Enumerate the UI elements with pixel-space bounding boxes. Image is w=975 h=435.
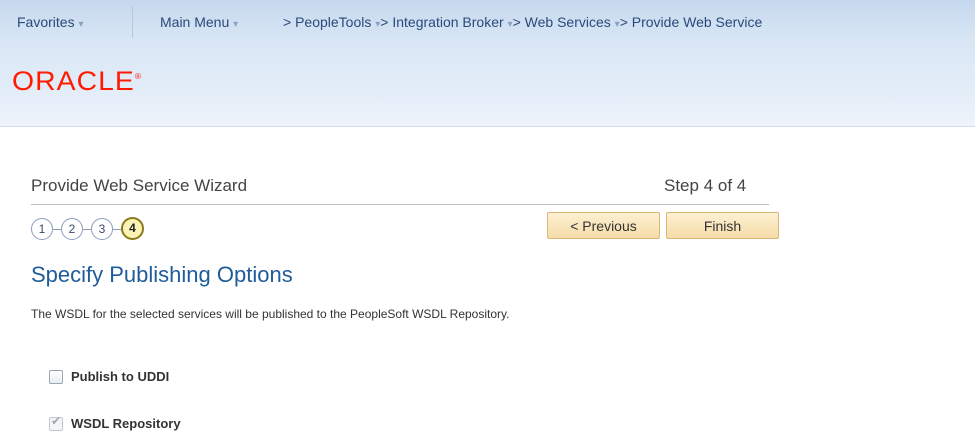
favorites-label[interactable]: Favorites xyxy=(17,14,75,30)
step-connector xyxy=(83,229,91,230)
step-4-icon: 4 xyxy=(121,217,144,240)
step-connector xyxy=(53,229,61,230)
section-description: The WSDL for the selected services will … xyxy=(31,307,510,321)
chevron-down-icon: ▾ xyxy=(78,19,84,30)
registered-mark-icon: ® xyxy=(134,72,143,81)
step-2-icon[interactable]: 2 xyxy=(61,218,83,240)
breadcrumb-separator-icon: > xyxy=(283,14,296,30)
wizard-title: Provide Web Service Wizard xyxy=(31,176,248,195)
favorites-menu[interactable]: Favorites ▾ xyxy=(17,14,84,30)
breadcrumb-peopletools[interactable]: PeopleTools xyxy=(295,14,371,30)
main-menu[interactable]: Main Menu ▾ xyxy=(160,14,238,30)
breadcrumb-web-services[interactable]: Web Services xyxy=(525,14,611,30)
menu-divider xyxy=(132,6,133,38)
wsdl-repository-checkbox: ✔ xyxy=(49,414,63,431)
breadcrumb-separator-icon: > xyxy=(512,14,525,30)
wsdl-repository-label: WSDL Repository xyxy=(71,416,181,431)
portal-header: Favorites ▾ Main Menu ▾ > PeopleTools ▾>… xyxy=(0,0,975,127)
publish-uddi-label[interactable]: Publish to UDDI xyxy=(71,369,169,384)
main-menu-label[interactable]: Main Menu xyxy=(160,14,229,30)
checkmark-icon: ✔ xyxy=(51,414,62,428)
wizard-step-tracker: 1 2 3 4 xyxy=(31,217,201,242)
publish-uddi-checkbox[interactable] xyxy=(49,370,63,384)
step-3-icon[interactable]: 3 xyxy=(91,218,113,240)
chevron-down-icon: ▾ xyxy=(233,19,239,30)
wizard-divider xyxy=(31,204,769,205)
breadcrumb-separator-icon: > xyxy=(619,14,632,30)
breadcrumb: > PeopleTools ▾> Integration Broker ▾> W… xyxy=(283,14,762,30)
step-1-icon[interactable]: 1 xyxy=(31,218,53,240)
oracle-logo: ORACLE® xyxy=(12,66,142,97)
section-heading: Specify Publishing Options xyxy=(31,262,293,287)
breadcrumb-integration-broker[interactable]: Integration Broker xyxy=(392,14,503,30)
finish-button[interactable]: Finish xyxy=(666,212,779,239)
wizard-step-indicator: Step 4 of 4 xyxy=(664,176,747,195)
breadcrumb-separator-icon: > xyxy=(380,14,393,30)
logo-text: ORACLE xyxy=(12,66,135,96)
breadcrumb-provide-web-service[interactable]: Provide Web Service xyxy=(632,14,762,30)
menu-bar: Favorites ▾ Main Menu ▾ > PeopleTools ▾>… xyxy=(0,0,975,44)
step-connector xyxy=(113,229,121,230)
previous-button[interactable]: < Previous xyxy=(547,212,660,239)
